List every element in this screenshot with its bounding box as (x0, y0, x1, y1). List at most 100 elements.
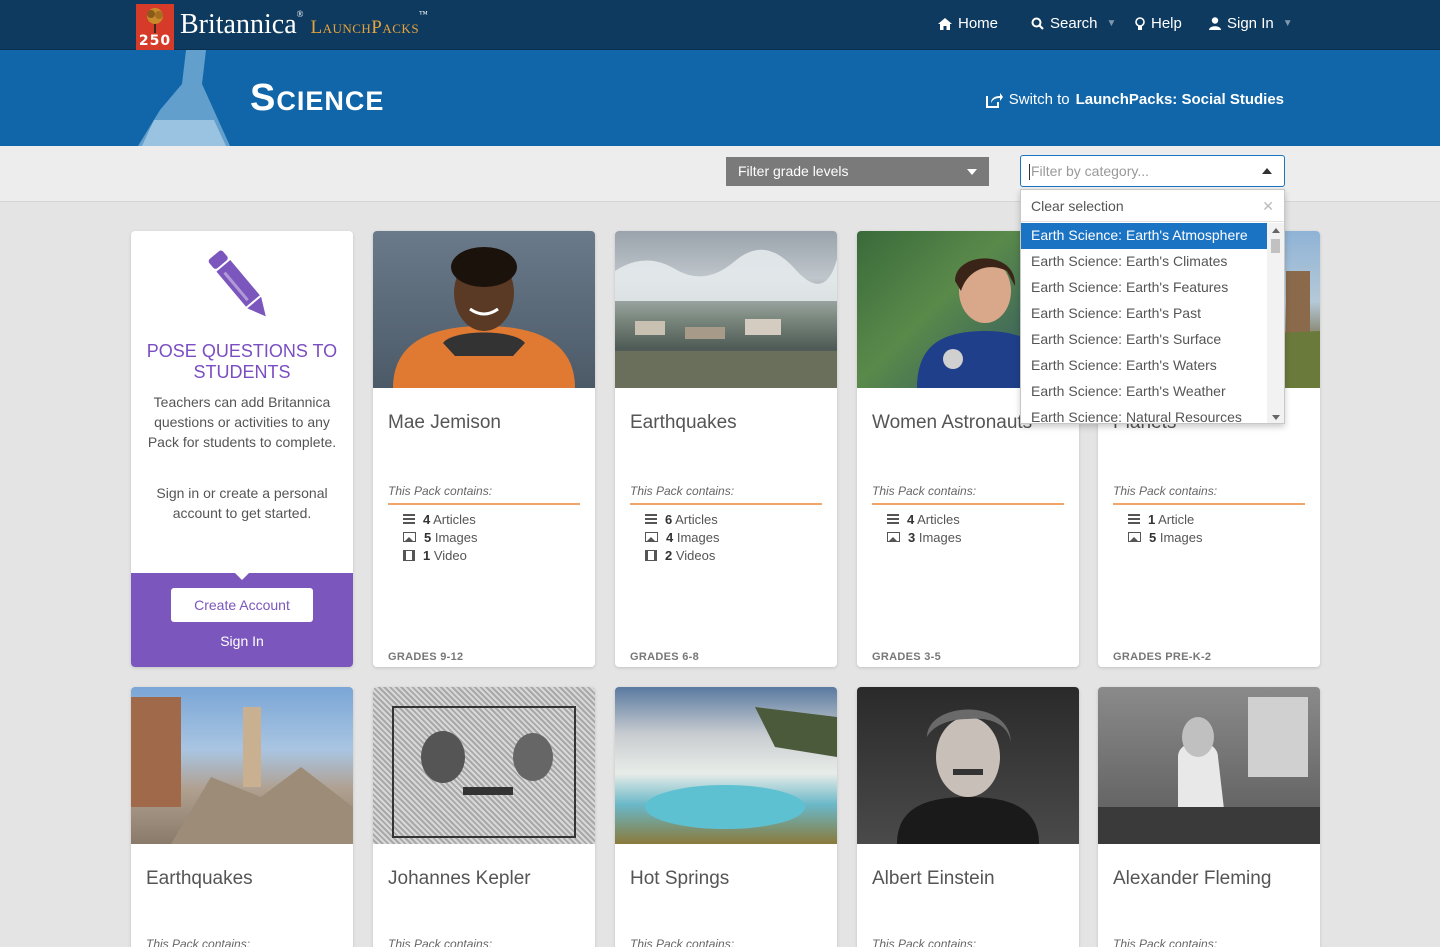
pack-content-list: 6 Articles 4 Images 2 Videos (645, 510, 720, 564)
search-icon (1031, 17, 1044, 30)
pack-contains-label: This Pack contains: (630, 484, 822, 505)
home-icon (938, 17, 952, 30)
chevron-up-icon[interactable] (1262, 168, 1272, 174)
grade-range: GRADES 3-5 (872, 651, 942, 663)
images-count: 5 (424, 529, 432, 545)
images-icon (403, 532, 416, 542)
pack-card[interactable]: Albert Einstein This Pack contains: (857, 687, 1079, 947)
grade-level-select[interactable]: Filter grade levels (726, 157, 989, 186)
pack-title: Johannes Kepler (388, 868, 531, 889)
pack-card[interactable]: Earthquakes This Pack contains: 6 Articl… (615, 231, 837, 667)
articles-label: Article (1158, 511, 1195, 527)
scroll-up-arrow-icon[interactable] (1272, 228, 1280, 233)
pack-card[interactable]: Hot Springs This Pack contains: (615, 687, 837, 947)
external-link-icon (985, 92, 1003, 108)
category-option[interactable]: Earth Science: Earth's Features (1021, 275, 1269, 301)
flask-icon (138, 50, 230, 146)
clear-selection-option[interactable]: Clear selection ✕ (1021, 190, 1284, 222)
pack-contains-label: This Pack contains: (388, 484, 580, 505)
videos-label: Videos (675, 547, 716, 563)
nav-signin[interactable]: Sign In ▼ (1209, 15, 1293, 32)
promo-actions: Create Account Sign In (131, 572, 353, 667)
nav-help[interactable]: Help (1135, 15, 1182, 32)
articles-label: Articles (675, 511, 718, 527)
category-option[interactable]: Earth Science: Earth's Waters (1021, 353, 1269, 379)
videos-count: 1 (423, 547, 431, 563)
text-cursor (1029, 164, 1030, 181)
images-count: 4 (666, 529, 674, 545)
create-account-button[interactable]: Create Account (171, 588, 313, 622)
nav-search[interactable]: Search ▼ (1031, 15, 1116, 32)
articles-count: 6 (665, 511, 673, 527)
articles-icon (887, 514, 899, 524)
images-icon (887, 532, 900, 542)
images-label: Images (434, 529, 478, 545)
pack-image-hot-spring (615, 687, 837, 844)
nav-help-label: Help (1151, 15, 1182, 32)
chevron-down-icon: ▼ (1282, 18, 1293, 29)
brand-sub: LaunchPacks (310, 17, 420, 38)
articles-count: 4 (907, 511, 915, 527)
pack-image-tsunami-photo (615, 231, 837, 388)
brand-name: Britannica (180, 9, 297, 40)
sign-in-link[interactable]: Sign In (131, 633, 353, 649)
articles-label: Articles (917, 511, 960, 527)
category-filter-input[interactable]: Filter by category... (1020, 155, 1285, 187)
brand-wordmark[interactable]: Britannica® LaunchPacks™ (180, 9, 428, 41)
pack-title: Women Astronauts (872, 412, 1033, 433)
logo-number: 250 (138, 33, 172, 49)
articles-count: 1 (1148, 511, 1156, 527)
user-icon (1209, 17, 1221, 30)
britannica-250-logo[interactable]: 250 (136, 4, 174, 50)
pack-contains-label: This Pack contains: (872, 937, 1064, 947)
pose-questions-card: POSE QUESTIONS TO STUDENTS Teachers can … (131, 231, 353, 667)
pack-title: Hot Springs (630, 868, 730, 889)
dropdown-scrollbar[interactable] (1267, 223, 1284, 423)
video-icon (403, 549, 415, 561)
pack-title: Earthquakes (146, 868, 253, 889)
pack-card[interactable]: Mae Jemison This Pack contains: 4 Articl… (373, 231, 595, 667)
images-label: Images (1159, 529, 1203, 545)
images-count: 5 (1149, 529, 1157, 545)
articles-count: 4 (423, 511, 431, 527)
category-option-list: Earth Science: Earth's Atmosphere Earth … (1021, 223, 1269, 423)
promo-title: POSE QUESTIONS TO STUDENTS (146, 341, 338, 382)
pack-contains-label: This Pack contains: (388, 937, 580, 947)
scroll-down-arrow-icon[interactable] (1272, 415, 1280, 420)
grade-range: GRADES 6-8 (630, 651, 700, 663)
pack-contains-label: This Pack contains: (1113, 937, 1305, 947)
pack-contains-label: This Pack contains: (630, 937, 822, 947)
category-option[interactable]: Earth Science: Earth's Surface (1021, 327, 1269, 353)
close-icon[interactable]: ✕ (1262, 198, 1274, 215)
nav-signin-label: Sign In (1227, 15, 1274, 32)
category-option[interactable]: Earth Science: Earth's Past (1021, 301, 1269, 327)
pack-card[interactable]: Alexander Fleming This Pack contains: (1098, 687, 1320, 947)
pack-content-list: 4 Articles 5 Images 1 Video (403, 510, 478, 564)
nav-home[interactable]: Home (938, 15, 998, 32)
switch-target: LaunchPacks: Social Studies (1075, 91, 1284, 108)
category-option[interactable]: Earth Science: Earth's Atmosphere (1021, 223, 1269, 249)
images-icon (1128, 532, 1141, 542)
switch-collection-link[interactable]: Switch to LaunchPacks: Social Studies (985, 91, 1284, 108)
category-option[interactable]: Earth Science: Earth's Climates (1021, 249, 1269, 275)
chevron-down-icon (967, 169, 977, 175)
articles-icon (1128, 514, 1140, 524)
chevron-down-icon: ▼ (1106, 18, 1117, 29)
pack-card[interactable]: Earthquakes This Pack contains: (131, 687, 353, 947)
pack-content-list: 1 Article 5 Images (1128, 510, 1203, 546)
scrollbar-thumb[interactable] (1271, 239, 1280, 253)
brand-reg-mark: ® (296, 9, 304, 19)
images-count: 3 (908, 529, 916, 545)
switch-prefix: Switch to (1008, 91, 1070, 108)
articles-icon (645, 514, 657, 524)
pack-image-engraving (373, 687, 595, 844)
clear-selection-label: Clear selection (1031, 198, 1124, 214)
video-icon (645, 549, 657, 561)
category-option[interactable]: Earth Science: Earth's Weather (1021, 379, 1269, 405)
category-option[interactable]: Earth Science: Natural Resources (1021, 405, 1269, 423)
grade-range: GRADES 9-12 (388, 651, 464, 663)
promo-instruction: Sign in or create a personal account to … (156, 485, 328, 521)
pack-contains-label: This Pack contains: (146, 937, 338, 947)
pack-card[interactable]: Johannes Kepler This Pack contains: (373, 687, 595, 947)
brand-tm-mark: ™ (419, 9, 428, 19)
